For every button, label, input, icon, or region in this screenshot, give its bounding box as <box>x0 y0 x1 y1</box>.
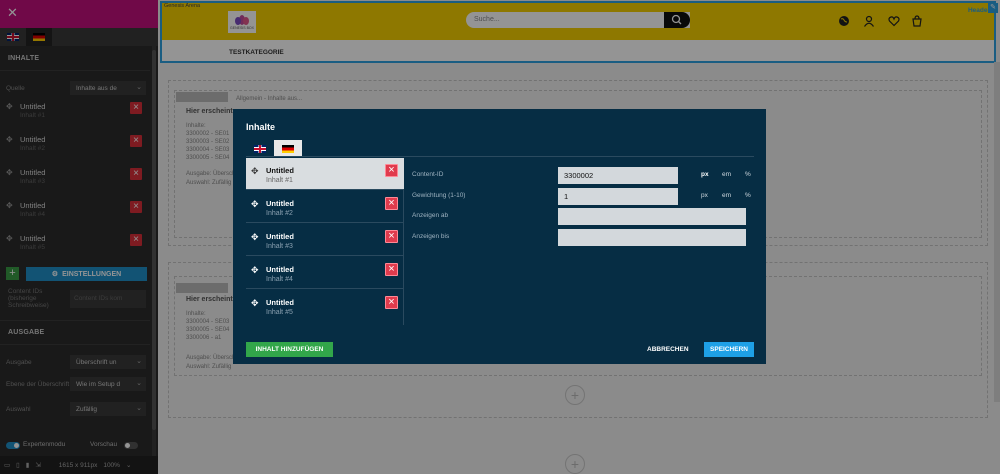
list-item[interactable]: ✥ Untitled Inhalt #5 × <box>246 290 404 322</box>
divider <box>246 156 754 157</box>
move-icon[interactable]: ✥ <box>251 298 259 309</box>
delete-icon[interactable]: × <box>385 230 398 243</box>
move-icon[interactable]: ✥ <box>251 166 259 177</box>
move-icon[interactable]: ✥ <box>251 265 259 276</box>
move-icon[interactable]: ✥ <box>251 232 259 243</box>
dialog-language-tabs <box>246 140 302 157</box>
content-id-row: Content-ID 3300002 px em % <box>412 167 752 184</box>
add-content-button[interactable]: INHALT HINZUFÜGEN <box>246 342 333 357</box>
show-until-field[interactable] <box>558 229 746 246</box>
show-until-label: Anzeigen bis <box>412 233 450 240</box>
flag-de-icon <box>282 144 294 153</box>
cancel-button[interactable]: ABBRECHEN <box>647 346 689 353</box>
content-id-field[interactable]: 3300002 <box>558 167 678 184</box>
unit-em-option[interactable]: em <box>722 192 731 199</box>
contents-dialog: Inhalte ✥ Untitled Inhalt #1 × ✥ Untitle… <box>233 109 766 364</box>
list-item-title: Untitled <box>266 298 294 307</box>
list-item[interactable]: ✥ Untitled Inhalt #1 × <box>246 158 404 190</box>
list-item-title: Untitled <box>266 166 294 175</box>
list-item-subtitle: Inhalt #3 <box>266 243 293 250</box>
weight-row: Gewichtung (1-10) 1 px em % <box>412 188 752 205</box>
delete-icon[interactable]: × <box>385 263 398 276</box>
list-item-title: Untitled <box>266 199 294 208</box>
weight-field[interactable]: 1 <box>558 188 678 205</box>
unit-percent-option[interactable]: % <box>745 171 751 178</box>
show-from-label: Anzeigen ab <box>412 212 449 219</box>
delete-icon[interactable]: × <box>385 164 398 177</box>
flag-uk-icon <box>254 144 266 153</box>
save-button[interactable]: SPEICHERN <box>704 342 754 357</box>
show-until-row: Anzeigen bis <box>412 229 752 246</box>
show-from-row: Anzeigen ab <box>412 208 752 225</box>
list-item-title: Untitled <box>266 232 294 241</box>
unit-em-option[interactable]: em <box>722 171 731 178</box>
list-item-subtitle: Inhalt #1 <box>266 177 293 184</box>
list-item-subtitle: Inhalt #5 <box>266 309 293 316</box>
tab-lang-en[interactable] <box>246 140 274 157</box>
dialog-title: Inhalte <box>246 122 276 132</box>
list-item-title: Untitled <box>266 265 294 274</box>
list-item-subtitle: Inhalt #2 <box>266 210 293 217</box>
delete-icon[interactable]: × <box>385 197 398 210</box>
weight-label: Gewichtung (1-10) <box>412 192 466 199</box>
content-id-label: Content-ID <box>412 171 444 178</box>
list-item[interactable]: ✥ Untitled Inhalt #2 × <box>246 191 404 223</box>
content-list: ✥ Untitled Inhalt #1 × ✥ Untitled Inhalt… <box>246 158 404 325</box>
list-item[interactable]: ✥ Untitled Inhalt #4 × <box>246 257 404 289</box>
delete-icon[interactable]: × <box>385 296 398 309</box>
list-item-subtitle: Inhalt #4 <box>266 276 293 283</box>
unit-px-option[interactable]: px <box>701 171 709 178</box>
move-icon[interactable]: ✥ <box>251 199 259 210</box>
show-from-field[interactable] <box>558 208 746 225</box>
tab-lang-de[interactable] <box>274 140 302 157</box>
list-item[interactable]: ✥ Untitled Inhalt #3 × <box>246 224 404 256</box>
unit-px-option[interactable]: px <box>701 192 708 199</box>
unit-percent-option[interactable]: % <box>745 192 751 199</box>
